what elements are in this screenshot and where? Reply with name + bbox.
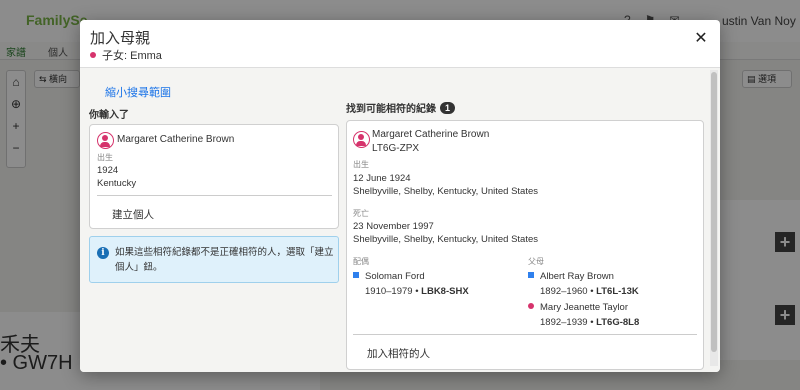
narrow-search-link[interactable]: 縮小搜尋範圍 — [105, 84, 171, 100]
card-divider — [353, 334, 697, 335]
spouse-name: Soloman Ford — [353, 271, 425, 282]
female-person-icon — [97, 132, 114, 149]
female-person-icon — [353, 131, 370, 148]
match-count-badge: 1 — [440, 102, 455, 114]
scrollbar-thumb[interactable] — [711, 72, 717, 352]
mother-dates: 1892–1939 • LT6G-8L8 — [540, 317, 640, 328]
match-death-label: 死亡 — [353, 209, 369, 218]
female-dot-icon — [528, 303, 534, 309]
match-death-place: Shelbyville, Shelby, Kentucky, United St… — [353, 234, 538, 245]
info-box: i 如果這些相符紀錄都不是正確相符的人，選取「建立個人」鈕。 — [89, 236, 339, 283]
add-mother-dialog: 加入母親 子女: Emma ✕ 縮小搜尋範圍 你輸入了 Margaret Cat… — [80, 20, 720, 372]
card-divider — [97, 195, 332, 196]
dialog-scrollbar[interactable] — [710, 70, 718, 366]
match-birth-label: 出生 — [353, 160, 369, 169]
father-dates: 1892–1960 • LT6L-13K — [540, 286, 639, 297]
parents-label: 父母 — [528, 257, 544, 266]
info-icon: i — [97, 247, 109, 259]
match-birth-place: Shelbyville, Shelby, Kentucky, United St… — [353, 186, 538, 197]
match-name: Margaret Catherine Brown — [372, 129, 490, 140]
female-dot-icon — [90, 52, 96, 58]
create-person-button[interactable]: 建立個人 — [112, 207, 154, 222]
match-pid: LT6G-ZPX — [372, 143, 420, 154]
entered-birth-year: 1924 — [97, 165, 119, 176]
info-text: 如果這些相符紀錄都不是正確相符的人，選取「建立個人」鈕。 — [115, 247, 334, 273]
male-square-icon — [528, 272, 534, 278]
male-square-icon — [353, 272, 359, 278]
match-death-date: 23 November 1997 — [353, 221, 434, 232]
entered-birth-label: 出生 — [97, 153, 113, 162]
spouse-label: 配偶 — [353, 257, 369, 266]
match-birth-date: 12 June 1924 — [353, 173, 411, 184]
entered-birth-place: Kentucky — [97, 178, 137, 189]
dialog-header: 加入母親 子女: Emma ✕ — [80, 20, 720, 68]
child-label: 子女: Emma — [90, 47, 162, 63]
entered-person-card: Margaret Catherine Brown 出生 1924 Kentuck… — [89, 124, 339, 229]
spouse-dates: 1910–1979 • LBK8-SHX — [365, 286, 469, 297]
father-name: Albert Ray Brown — [528, 271, 614, 282]
matches-heading: 找到可能相符的紀錄 1 — [346, 100, 455, 115]
you-entered-heading: 你輸入了 — [89, 110, 129, 121]
mother-name: Mary Jeanette Taylor — [528, 302, 628, 313]
match-card: Margaret Catherine Brown LT6G-ZPX 出生 12 … — [346, 120, 704, 370]
entered-name: Margaret Catherine Brown — [117, 134, 235, 145]
add-match-button[interactable]: 加入相符的人 — [367, 346, 430, 361]
dialog-title: 加入母親 — [90, 30, 151, 47]
close-icon[interactable]: ✕ — [694, 30, 707, 47]
close-button[interactable]: ✕ — [692, 30, 710, 48]
